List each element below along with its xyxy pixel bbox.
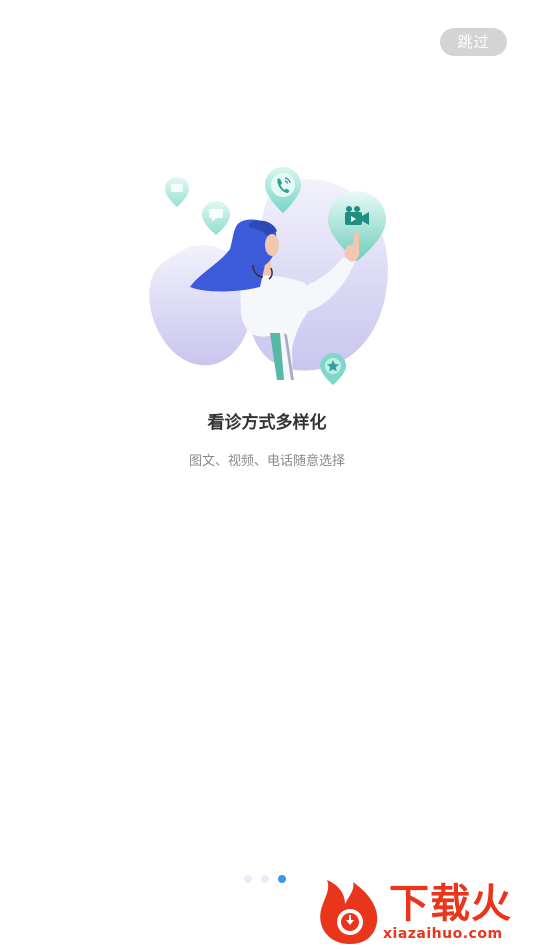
page-dot <box>261 875 269 883</box>
chat-pin-icon <box>165 177 189 207</box>
page-dot <box>244 875 252 883</box>
watermark-url: xiazaihuo.com <box>383 926 503 942</box>
message-pin-icon <box>202 201 230 235</box>
page-indicator <box>244 875 286 883</box>
star-pin-icon <box>320 353 346 385</box>
watermark: 下载火 xiazaihuo.com <box>315 878 530 946</box>
skip-button[interactable]: 跳过 <box>440 28 507 56</box>
onboarding-illustration <box>149 167 388 385</box>
onboarding-title: 看诊方式多样化 <box>207 413 327 433</box>
flame-logo-icon <box>320 880 378 944</box>
watermark-title: 下载火 <box>389 881 512 927</box>
onboarding-subtitle: 图文、视频、电话随意选择 <box>188 454 345 469</box>
page-dot-active <box>278 875 286 883</box>
